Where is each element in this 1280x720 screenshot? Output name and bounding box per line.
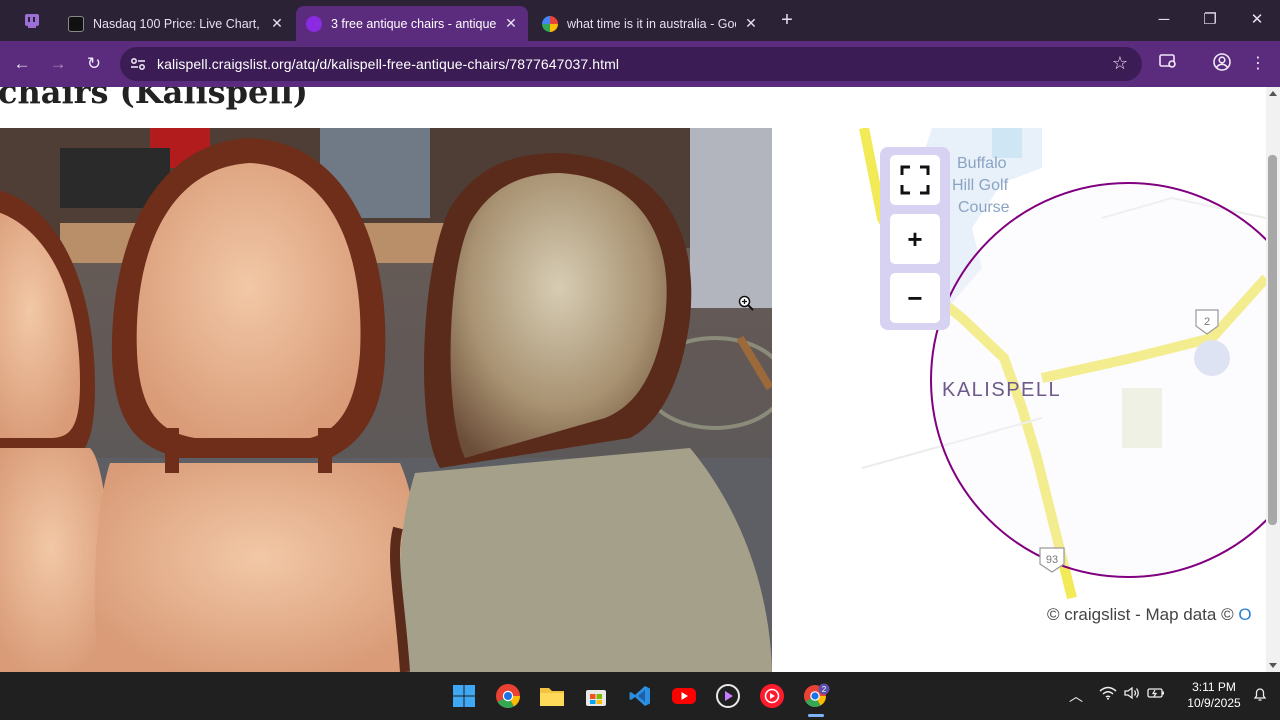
- tab-craigslist[interactable]: 3 free antique chairs - antiques ✕: [296, 6, 528, 41]
- profile-icon[interactable]: [1210, 52, 1234, 76]
- craigslist-peace-favicon-icon: [306, 15, 322, 32]
- youtube-icon[interactable]: [670, 682, 698, 710]
- golf-course-label-2: Hill Golf: [952, 177, 1009, 194]
- attribution-link[interactable]: O: [1238, 605, 1251, 624]
- volume-icon[interactable]: [1122, 686, 1142, 703]
- page-scrollbar[interactable]: [1266, 87, 1280, 672]
- route-93-label: 93: [1046, 554, 1058, 566]
- media-player-icon[interactable]: [714, 682, 742, 710]
- system-clock[interactable]: 3:11 PM 10/9/2025: [1178, 679, 1250, 711]
- scroll-down-icon[interactable]: [1269, 663, 1277, 668]
- new-tab-button[interactable]: +: [778, 10, 796, 30]
- menu-kebab-icon[interactable]: ⋮: [1246, 52, 1270, 76]
- tab-nasdaq[interactable]: Nasdaq 100 Price: Live Chart, Fo ✕: [58, 6, 294, 41]
- active-app-indicator: [808, 714, 824, 717]
- tab-title: Nasdaq 100 Price: Live Chart, Fo: [93, 16, 262, 31]
- bookmark-star-icon[interactable]: ☆: [1112, 53, 1128, 74]
- chrome-icon[interactable]: [494, 682, 522, 710]
- clock-time: 3:11 PM: [1192, 680, 1236, 694]
- google-favicon-icon: [542, 15, 558, 32]
- address-bar[interactable]: kalispell.craigslist.org/atq/d/kalispell…: [120, 47, 1142, 81]
- reload-icon[interactable]: ↻: [82, 52, 106, 76]
- windows-taskbar: 2 ︿ 3:11 PM 10/9/2025: [0, 672, 1280, 720]
- page-title: chairs (Kalispell): [0, 87, 308, 111]
- listing-photo[interactable]: [0, 128, 772, 672]
- battery-charging-icon[interactable]: [1146, 686, 1166, 703]
- vscode-icon[interactable]: [626, 682, 654, 710]
- close-window-icon[interactable]: ✕: [1234, 8, 1280, 32]
- chrome-profile-icon[interactable]: 2: [802, 682, 830, 717]
- wifi-icon[interactable]: [1098, 686, 1118, 703]
- tab-strip: Nasdaq 100 Price: Live Chart, Fo ✕ 3 fre…: [0, 0, 1280, 41]
- location-map[interactable]: 2 93 Buffalo Hill Golf Course KALISPELL …: [772, 128, 1266, 672]
- back-arrow-icon[interactable]: ←: [10, 52, 34, 76]
- stock-favicon-icon: [68, 15, 84, 32]
- scroll-up-icon[interactable]: [1269, 91, 1277, 96]
- golf-course-label-3: Course: [958, 199, 1010, 216]
- youtube-music-icon[interactable]: [758, 682, 786, 710]
- browser-toolbar: ← → ↻ kalispell.craigslist.org/atq/d/kal…: [0, 41, 1280, 87]
- zoom-out-button[interactable]: −: [890, 273, 940, 323]
- clock-date: 10/9/2025: [1187, 696, 1241, 710]
- close-tab-icon[interactable]: ✕: [504, 15, 518, 32]
- close-tab-icon[interactable]: ✕: [270, 15, 284, 32]
- tab-title: what time is it in australia - Goo: [567, 16, 736, 31]
- map-attribution: © craigslist - Map data © O: [1047, 605, 1252, 625]
- tab-title: 3 free antique chairs - antiques: [331, 16, 496, 31]
- fullscreen-icon: [900, 165, 930, 195]
- chrome-badge-count: 2: [822, 685, 827, 694]
- forward-arrow-icon[interactable]: →: [46, 52, 70, 76]
- scroll-thumb[interactable]: [1268, 155, 1277, 525]
- chairs-photo-image: [0, 128, 772, 672]
- reading-mode-icon[interactable]: [1156, 52, 1180, 76]
- city-label: KALISPELL: [942, 379, 1061, 401]
- attribution-text: © craigslist - Map data ©: [1047, 605, 1239, 624]
- page-content: chairs (Kalispell) 2 93 Buffalo Hill Gol…: [0, 87, 1266, 672]
- windows-start-icon[interactable]: [450, 682, 478, 710]
- tab-search-icon[interactable]: [18, 10, 46, 32]
- map-controls: + −: [880, 147, 950, 330]
- map-tiles: 2 93 Buffalo Hill Golf Course KALISPELL: [859, 128, 1266, 600]
- microsoft-store-icon[interactable]: [582, 682, 610, 710]
- tray-chevron-up-icon[interactable]: ︿: [1066, 686, 1086, 706]
- minimize-icon[interactable]: ─: [1141, 8, 1187, 32]
- golf-course-label-1: Buffalo: [957, 155, 1007, 172]
- url-text[interactable]: kalispell.craigslist.org/atq/d/kalispell…: [157, 56, 619, 72]
- restore-icon[interactable]: ❐: [1187, 8, 1233, 32]
- zoom-in-cursor-icon: [738, 295, 754, 311]
- file-explorer-icon[interactable]: [538, 682, 566, 710]
- notification-bell-icon[interactable]: [1250, 686, 1270, 705]
- route-2-label: 2: [1204, 316, 1210, 328]
- close-tab-icon[interactable]: ✕: [744, 15, 758, 32]
- zoom-in-button[interactable]: +: [890, 214, 940, 264]
- fullscreen-button[interactable]: [890, 155, 940, 205]
- site-info-icon[interactable]: [128, 54, 148, 74]
- tab-google[interactable]: what time is it in australia - Goo ✕: [532, 6, 768, 41]
